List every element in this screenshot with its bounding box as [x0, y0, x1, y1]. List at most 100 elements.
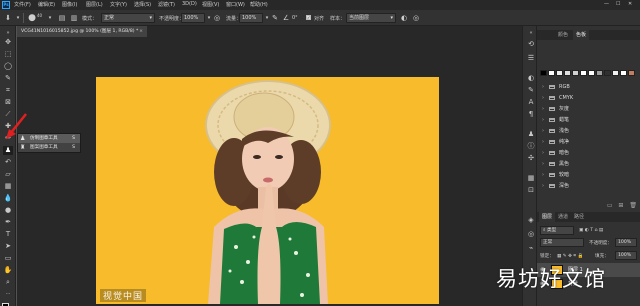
hand-tool-icon[interactable]: ✋ — [3, 266, 13, 275]
menu-help[interactable]: 帮助(H) — [250, 1, 268, 8]
menu-3d[interactable]: 3D(D) — [182, 1, 197, 7]
swatch-group[interactable]: › 暗色 — [537, 148, 640, 159]
menu-edit[interactable]: 编辑(E) — [38, 1, 55, 8]
layers-panel-icon[interactable]: ◈ — [526, 216, 536, 225]
clone-stamp-tool-icon[interactable]: ⬇ — [4, 14, 12, 22]
delete-icon[interactable]: 🗑 — [629, 202, 637, 209]
fill-input[interactable]: 100% — [615, 251, 637, 260]
tab-color[interactable]: 颜色 — [555, 30, 571, 40]
ignore-adjustment-layers-icon[interactable]: ◐ — [400, 14, 408, 22]
menu-image[interactable]: 图像(I) — [62, 1, 77, 8]
opacity-slider-dropdown-icon[interactable]: ▾ — [205, 14, 213, 22]
styles-panel-icon[interactable]: ▦ — [526, 174, 536, 183]
flow-slider-dropdown-icon[interactable]: ▾ — [263, 14, 271, 22]
tab-swatches[interactable]: 色板 — [573, 30, 590, 40]
clone-source-panel-icon[interactable]: ♟ — [526, 130, 536, 139]
collapse-panels-icon[interactable]: « — [526, 29, 536, 38]
marquee-tool-icon[interactable]: ⬚ — [3, 50, 13, 59]
menu-layer[interactable]: 图层(L) — [86, 1, 103, 8]
layer-opacity-input[interactable]: 100% — [615, 238, 637, 247]
tab-layers[interactable]: 图层 — [539, 212, 556, 222]
sample-select[interactable]: 当前图层 ▾ — [346, 13, 396, 23]
swatch[interactable] — [604, 70, 611, 76]
history-brush-tool-icon[interactable]: ↶ — [3, 158, 13, 167]
opacity-input[interactable]: 100% — [181, 13, 205, 23]
new-swatch-icon[interactable]: ⊞ — [618, 202, 623, 209]
dodge-tool-icon[interactable]: ● — [3, 206, 13, 215]
aligned-checkbox[interactable]: ✓ — [306, 15, 311, 20]
rectangle-tool-icon[interactable]: ▭ — [3, 254, 13, 263]
swatch[interactable] — [596, 70, 603, 76]
adjustments-panel-icon[interactable]: ◐ — [526, 74, 536, 83]
swatch[interactable] — [580, 70, 587, 76]
brush-picker-dropdown-icon[interactable]: ▾ — [46, 14, 54, 22]
type-tool-icon[interactable]: T — [3, 230, 13, 239]
swatch-group[interactable]: › 黑色 — [537, 159, 640, 170]
gradient-tool-icon[interactable]: ▦ — [3, 182, 13, 191]
more-tools-icon[interactable]: … — [3, 289, 13, 298]
swatch[interactable] — [620, 70, 627, 76]
image-canvas[interactable]: 视觉中国 — [96, 77, 439, 304]
maximize-button[interactable]: ☐ — [616, 1, 620, 7]
character-panel-icon[interactable]: A — [526, 98, 536, 107]
new-group-icon[interactable]: ▭ — [607, 202, 613, 209]
lock-icons[interactable]: ▦ ✎ ✥ ⌗ 🔒 — [557, 253, 583, 259]
properties-panel-icon[interactable]: ☰ — [526, 54, 536, 63]
swatch[interactable] — [572, 70, 579, 76]
tool-preset-dropdown-icon[interactable]: ▾ — [14, 14, 22, 22]
menu-file[interactable]: 文件(F) — [14, 1, 31, 8]
clone-source-icon[interactable]: ▥ — [70, 14, 78, 22]
clone-stamp-tool-icon[interactable]: ♟ — [3, 146, 13, 155]
move-tool-icon[interactable]: ✥ — [3, 38, 13, 47]
crop-tool-icon[interactable]: ⌗ — [3, 86, 13, 95]
history-panel-icon[interactable]: ⟲ — [526, 40, 536, 49]
layer-filter-icons[interactable]: ▣ ◐ T ⌂ ▤ — [579, 228, 603, 233]
paths-panel-icon[interactable]: ⌁ — [526, 244, 536, 253]
flow-input[interactable]: 100% — [239, 13, 263, 23]
swatch-group[interactable]: › 纯净 — [537, 137, 640, 148]
menu-type[interactable]: 文字(Y) — [110, 1, 127, 8]
brush-panel-icon[interactable]: ✎ — [526, 86, 536, 95]
close-tab-icon[interactable]: × — [139, 26, 143, 37]
pen-tool-icon[interactable]: ✒ — [3, 218, 13, 227]
info-panel-icon[interactable]: ⓘ — [526, 142, 536, 151]
brush-settings-icon[interactable]: ▤ — [58, 14, 66, 22]
swatch[interactable] — [628, 70, 635, 76]
mode-select[interactable]: 正常 ▾ — [101, 13, 155, 23]
pressure-opacity-icon[interactable]: ◎ — [213, 14, 221, 22]
swatch-group[interactable]: › 深色 — [537, 181, 640, 192]
swatch[interactable] — [612, 70, 619, 76]
swatch-group[interactable]: › 浅色 — [537, 126, 640, 137]
glyphs-panel-icon[interactable]: ✣ — [526, 154, 536, 163]
menu-window[interactable]: 窗口(W) — [226, 1, 245, 8]
swatch-group[interactable]: › 灰度 — [537, 104, 640, 115]
frame-tool-icon[interactable]: ⊠ — [3, 98, 13, 107]
blur-tool-icon[interactable]: 💧 — [3, 194, 13, 203]
swatch-group[interactable]: › 较暗 — [537, 170, 640, 181]
quick-selection-tool-icon[interactable]: ✎ — [3, 74, 13, 83]
pressure-size-icon[interactable]: ◎ — [412, 14, 420, 22]
swatch[interactable] — [548, 70, 555, 76]
flyout-item-pattern-stamp[interactable]: ♜ 图案图章工具 S — [18, 143, 80, 152]
blend-mode-select[interactable]: 正常 — [540, 238, 584, 247]
swatch[interactable] — [540, 70, 547, 76]
swatch[interactable] — [564, 70, 571, 76]
brush-preview-icon[interactable]: ● — [28, 14, 36, 23]
path-selection-tool-icon[interactable]: ➤ — [3, 242, 13, 251]
airbrush-icon[interactable]: ✎ — [271, 14, 279, 22]
zoom-tool-icon[interactable]: ⌕ — [3, 278, 13, 287]
layer-filter-kind[interactable]: ⌕ 类型 — [540, 226, 574, 235]
collapse-toolbar-icon[interactable]: » — [3, 29, 13, 38]
channels-panel-icon[interactable]: ◎ — [526, 230, 536, 239]
eraser-tool-icon[interactable]: ▱ — [3, 170, 13, 179]
menu-view[interactable]: 视图(V) — [202, 1, 219, 8]
paragraph-panel-icon[interactable]: ¶ — [526, 110, 536, 119]
swatch[interactable] — [588, 70, 595, 76]
angle-icon[interactable]: ∠ — [282, 14, 290, 22]
menu-filter[interactable]: 滤镜(T) — [158, 1, 175, 8]
close-window-button[interactable]: ✕ — [628, 1, 632, 7]
tab-channels[interactable]: 通道 — [555, 212, 571, 222]
menu-select[interactable]: 选择(S) — [134, 1, 151, 8]
swatch-group[interactable]: › CMYK — [537, 93, 640, 104]
tab-paths[interactable]: 路径 — [571, 212, 587, 222]
